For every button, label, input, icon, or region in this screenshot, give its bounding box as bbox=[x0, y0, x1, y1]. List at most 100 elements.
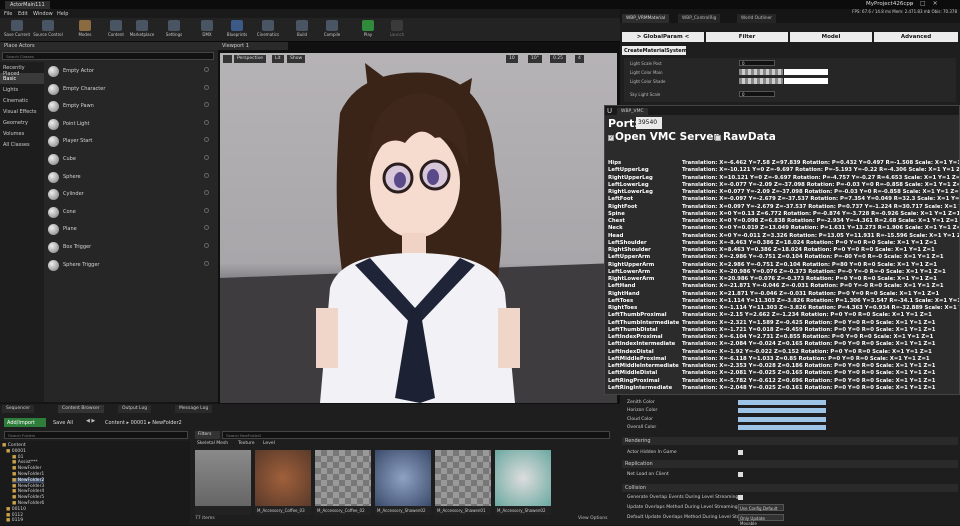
asset-thumbnail[interactable]: M_Accessory_Shawen02 bbox=[375, 450, 431, 515]
perspective-button[interactable]: Perspective bbox=[234, 55, 267, 63]
folder-item[interactable]: ■ 00110 bbox=[6, 507, 26, 512]
grid-snap-value[interactable]: 10 bbox=[506, 55, 518, 63]
checkbox[interactable] bbox=[738, 472, 743, 477]
color-swatch[interactable] bbox=[738, 417, 826, 422]
folder-item[interactable]: ■ NewFolder bbox=[12, 466, 41, 471]
camera-speed-value[interactable]: 4 bbox=[575, 55, 584, 63]
category-visual-effects[interactable]: Visual Effects bbox=[0, 106, 44, 117]
category-recently-placed[interactable]: Recently Placed bbox=[0, 62, 44, 77]
lit-button[interactable]: Lit bbox=[272, 55, 284, 63]
tab-sequencer[interactable]: Sequencer bbox=[2, 405, 35, 413]
color-swatch-checker[interactable] bbox=[739, 69, 783, 75]
breadcrumb-item[interactable]: Content bbox=[105, 420, 125, 426]
save-current-button[interactable]: Save Current bbox=[2, 19, 32, 41]
section-header[interactable]: Replication bbox=[622, 460, 958, 468]
add-import-button[interactable]: Add/Import bbox=[4, 418, 46, 427]
select-dropdown[interactable]: Only Update Movable bbox=[738, 514, 784, 526]
advanced-button[interactable]: Advanced bbox=[874, 32, 958, 42]
tab-content-browser[interactable]: Content Browser bbox=[58, 405, 104, 413]
folder-item[interactable]: ■ 0119 bbox=[6, 518, 23, 523]
help-icon[interactable] bbox=[204, 207, 209, 213]
help-icon[interactable] bbox=[204, 84, 209, 90]
tab-message-log[interactable]: Message Log bbox=[175, 405, 213, 413]
open-server-checkbox[interactable]: ✓ bbox=[608, 135, 614, 141]
menu-file[interactable]: File bbox=[4, 11, 12, 17]
asset-thumbnail[interactable]: M_Accessory_Shawen02 bbox=[495, 450, 551, 515]
compile-button[interactable]: Compile bbox=[317, 19, 347, 41]
help-icon[interactable] bbox=[204, 260, 209, 266]
launch-button[interactable]: Launch bbox=[382, 19, 412, 41]
menu-edit[interactable]: Edit bbox=[18, 11, 28, 17]
folder-item[interactable]: ■ NewFolder1 bbox=[12, 472, 44, 477]
view-options-button[interactable]: View Options bbox=[578, 516, 607, 521]
global-param-button[interactable]: > GlobalParam < bbox=[622, 32, 704, 42]
category-lights[interactable]: Lights bbox=[0, 84, 44, 95]
help-icon[interactable] bbox=[204, 102, 209, 108]
category-all-classes[interactable]: All Classes bbox=[0, 139, 44, 150]
build-button[interactable]: Build bbox=[287, 19, 317, 41]
filter-tab-skeletal-mesh[interactable]: Skeletal Mesh bbox=[197, 441, 228, 446]
help-icon[interactable] bbox=[204, 67, 209, 72]
folder-item[interactable]: ■ Content bbox=[2, 443, 26, 448]
model-button[interactable]: Model bbox=[790, 32, 872, 42]
rotation-snap-value[interactable]: 10° bbox=[528, 55, 542, 63]
folder-item[interactable]: ■ NewFolder3 bbox=[12, 484, 44, 489]
help-icon[interactable] bbox=[204, 119, 209, 125]
raw-data-checkbox[interactable] bbox=[715, 135, 721, 141]
menu-window[interactable]: Window bbox=[33, 11, 53, 17]
asset-thumbnail[interactable] bbox=[195, 450, 251, 515]
tab-wbp-controlrig[interactable]: WBP_ControlRig bbox=[678, 14, 721, 23]
settings-button[interactable]: Settings bbox=[159, 19, 189, 41]
nav-arrows-icon[interactable]: ◀ ▶ bbox=[86, 418, 95, 424]
actor-item[interactable]: Empty Actor bbox=[45, 63, 215, 80]
checkbox[interactable] bbox=[738, 495, 743, 500]
source-control-button[interactable]: Source Control bbox=[33, 19, 63, 41]
folder-item[interactable]: ■ NewFolder4 bbox=[12, 489, 44, 494]
scale-snap-value[interactable]: 0.25 bbox=[550, 55, 567, 63]
search-classes-input[interactable] bbox=[2, 52, 214, 60]
vmc-tab[interactable]: WBP_VMC bbox=[617, 108, 648, 115]
actor-item[interactable]: Empty Character bbox=[45, 81, 215, 98]
actor-item[interactable]: Player Start bbox=[45, 133, 215, 150]
search-folders-input[interactable] bbox=[4, 431, 188, 439]
folder-item[interactable]: ■ 00001 bbox=[6, 449, 26, 454]
viewport-menu-icon[interactable] bbox=[223, 55, 232, 63]
category-cinematic[interactable]: Cinematic bbox=[0, 95, 44, 106]
folder-item[interactable]: ■ NewFolder2 bbox=[12, 477, 45, 483]
actor-item[interactable]: Point Light bbox=[45, 116, 215, 133]
dmx-button[interactable]: DMX bbox=[192, 19, 222, 41]
filter-tab-level[interactable]: Level bbox=[263, 441, 275, 446]
select-dropdown[interactable]: Use Config Default bbox=[738, 504, 784, 511]
port-input[interactable]: 39540 bbox=[636, 117, 662, 129]
actor-item[interactable]: Cylinder bbox=[45, 186, 215, 203]
tab-world-outliner[interactable]: World Outliner bbox=[737, 14, 776, 23]
actor-item[interactable]: Empty Pawn bbox=[45, 98, 215, 115]
folder-item[interactable]: ■ 0112 bbox=[6, 513, 23, 518]
color-swatch[interactable] bbox=[738, 400, 826, 405]
viewport-tab[interactable]: Viewport 1 bbox=[218, 42, 288, 50]
checkbox[interactable] bbox=[738, 450, 743, 455]
category-geometry[interactable]: Geometry bbox=[0, 117, 44, 128]
actor-item[interactable]: Sphere bbox=[45, 169, 215, 186]
actor-item[interactable]: Cube bbox=[45, 151, 215, 168]
blueprints-button[interactable]: Blueprints bbox=[222, 19, 252, 41]
actor-item[interactable]: Plane bbox=[45, 221, 215, 238]
asset-thumbnail[interactable]: M_Accessory_Shawen01 bbox=[435, 450, 491, 515]
asset-thumbnail[interactable]: M_Accessory_Coffee_02 bbox=[315, 450, 371, 515]
create-material-system-button[interactable]: CreateMaterialSystem bbox=[622, 46, 687, 55]
color-swatch-checker[interactable] bbox=[739, 78, 783, 84]
level-tab[interactable]: ActorMain111 bbox=[5, 1, 50, 9]
folder-item[interactable]: ■ 01 bbox=[12, 455, 23, 460]
param-value[interactable]: 0 bbox=[739, 60, 775, 66]
help-icon[interactable] bbox=[204, 172, 209, 178]
help-icon[interactable] bbox=[204, 137, 209, 143]
color-swatch[interactable] bbox=[784, 69, 828, 75]
breadcrumb-item[interactable]: 00001 bbox=[131, 420, 147, 426]
modes-button[interactable]: Modes bbox=[70, 19, 100, 41]
cinematics-button[interactable]: Cinematics bbox=[253, 19, 283, 41]
folder-item[interactable]: ■ NewFolder5 bbox=[12, 495, 44, 500]
param-value[interactable]: 0 bbox=[739, 91, 775, 97]
marketplace-button[interactable]: Marketplace bbox=[127, 19, 157, 41]
help-icon[interactable] bbox=[204, 243, 209, 248]
section-header[interactable]: Rendering bbox=[622, 437, 958, 445]
